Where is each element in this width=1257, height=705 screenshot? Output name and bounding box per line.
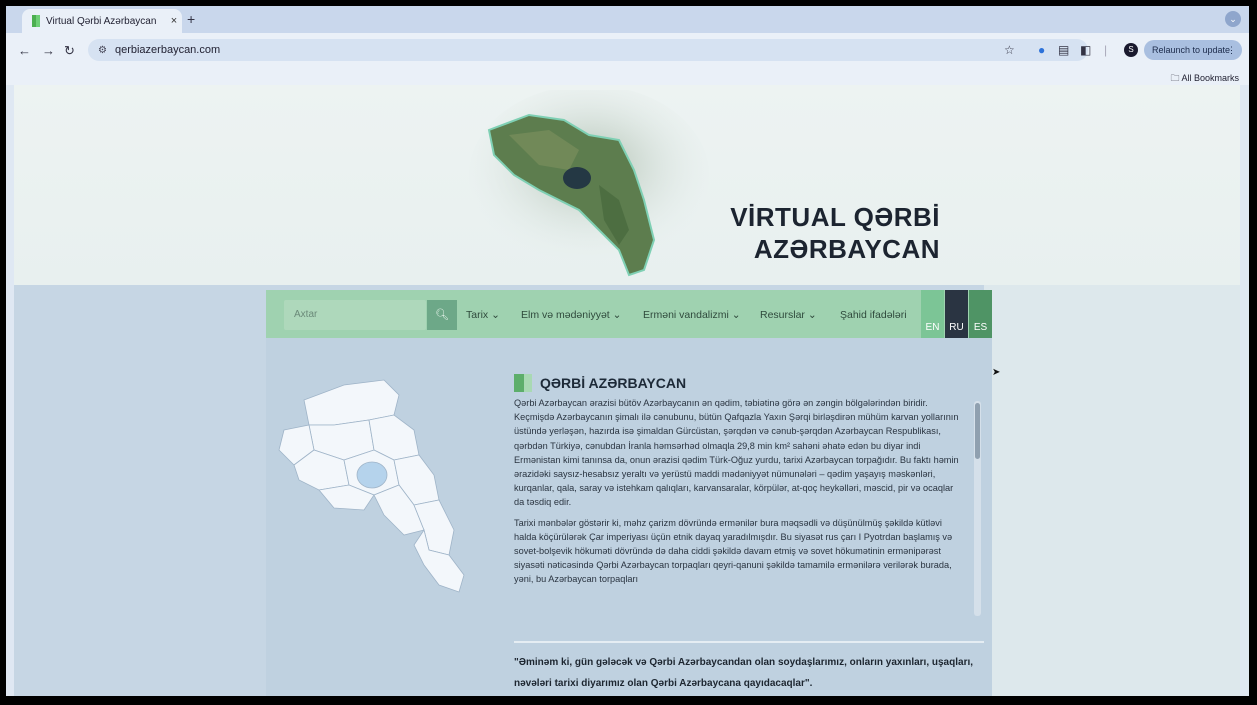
tab-search-chevron-icon[interactable]: ⌄ [1225,11,1241,27]
tab-close-icon[interactable]: × [166,15,182,27]
quote-text: "Əminəm ki, gün gələcək və Qərbi Azərbay… [514,657,974,689]
article-paragraph-1: Qərbi Azərbaycan ərazisi bütöv Azərbayca… [514,398,959,508]
article-scrollbar[interactable] [974,401,981,616]
article-text: Qərbi Azərbaycan ərazisi bütöv Azərbayca… [514,396,962,614]
all-bookmarks-label: All Bookmarks [1181,73,1239,83]
nav-item-elm-medeniyyet[interactable]: Elm və mədəniyyət ⌄ [521,309,621,321]
more-menu-icon[interactable]: ⋮ [1227,40,1236,60]
section-divider [514,641,984,643]
extensions-puzzle-icon[interactable]: ◧ [1080,43,1091,57]
site-favicon-icon [32,15,40,27]
search-button[interactable]: 🔍︎ [427,300,457,330]
region-outline-map[interactable] [274,370,504,600]
monitor-screen: Virtual Qərbi Azərbaycan × + ⌄ ← → ↻ ⚙ q… [6,6,1249,696]
hero-title-line1: VİRTUAL QƏRBİ [730,202,940,232]
section-title: QƏRBİ AZƏRBAYCAN [514,374,686,392]
nav-item-sahid-ifadeleri[interactable]: Şahid ifadələri [840,309,907,321]
language-es-button[interactable]: ES [969,290,992,338]
reload-icon[interactable]: ↻ [64,43,75,59]
mouse-cursor-icon: ➤ [992,367,1001,378]
relaunch-label: Relaunch to update [1152,45,1231,55]
back-arrow-icon[interactable]: ← [18,43,31,58]
search-icon: 🔍︎ [435,309,449,321]
hero-title: VİRTUAL QƏRBİ AZƏRBAYCAN [700,201,940,265]
profile-avatar[interactable]: S [1124,43,1138,57]
browser-toolbar: ← → ↻ ⚙ qerbiazerbaycan.com ☆ ● ▤ ◧ | S … [6,33,1249,71]
hero-title-line2: AZƏRBAYCAN [753,234,940,264]
section-title-text: QƏRBİ AZƏRBAYCAN [540,375,687,391]
relaunch-to-update-button[interactable]: Relaunch to update ⋮ [1144,40,1242,60]
folder-icon: 🗀 [1170,73,1180,83]
nav-item-tarix[interactable]: Tarix ⌄ [466,309,500,321]
web-page: VİRTUAL QƏRBİ AZƏRBAYCAN Axtar 🔍︎ Tarix … [14,85,1240,696]
search-input[interactable]: Axtar [284,300,426,330]
tab-title: Virtual Qərbi Azərbaycan [46,15,157,27]
address-url: qerbiazerbaycan.com [114,44,221,56]
language-ru-button[interactable]: RU [945,290,968,338]
new-tab-button[interactable]: + [187,11,195,27]
language-en-button[interactable]: EN [921,290,944,338]
toolbar-separator: | [1104,43,1108,57]
right-background-panel [984,285,1240,696]
bookmark-star-icon[interactable]: ☆ [1004,43,1015,57]
article-paragraph-2: Tarixi mənbələr göstərir ki, məhz çarizm… [514,517,953,585]
nav-item-ermeni-vandalizmi[interactable]: Erməni vandalizmi ⌄ [643,309,741,321]
section-title-mark-icon [514,374,532,392]
hero-satellite-map-image [469,90,709,277]
extension-icon[interactable]: ● [1038,43,1045,57]
browser-tab[interactable]: Virtual Qərbi Azərbaycan × [22,9,182,33]
address-bar[interactable]: ⚙ qerbiazerbaycan.com [88,39,1088,61]
reading-list-icon[interactable]: ▤ [1058,43,1069,57]
hero-banner: VİRTUAL QƏRBİ AZƏRBAYCAN [14,85,1240,285]
browser-tab-strip: Virtual Qərbi Azərbaycan × + ⌄ [6,6,1249,33]
forward-arrow-icon[interactable]: → [42,43,55,58]
article-scrollbar-thumb[interactable] [975,403,980,459]
site-info-icon[interactable]: ⚙ [98,45,107,56]
bookmarks-bar: 🗀 All Bookmarks [6,71,1249,85]
nav-item-resurslar[interactable]: Resurslar ⌄ [760,309,817,321]
